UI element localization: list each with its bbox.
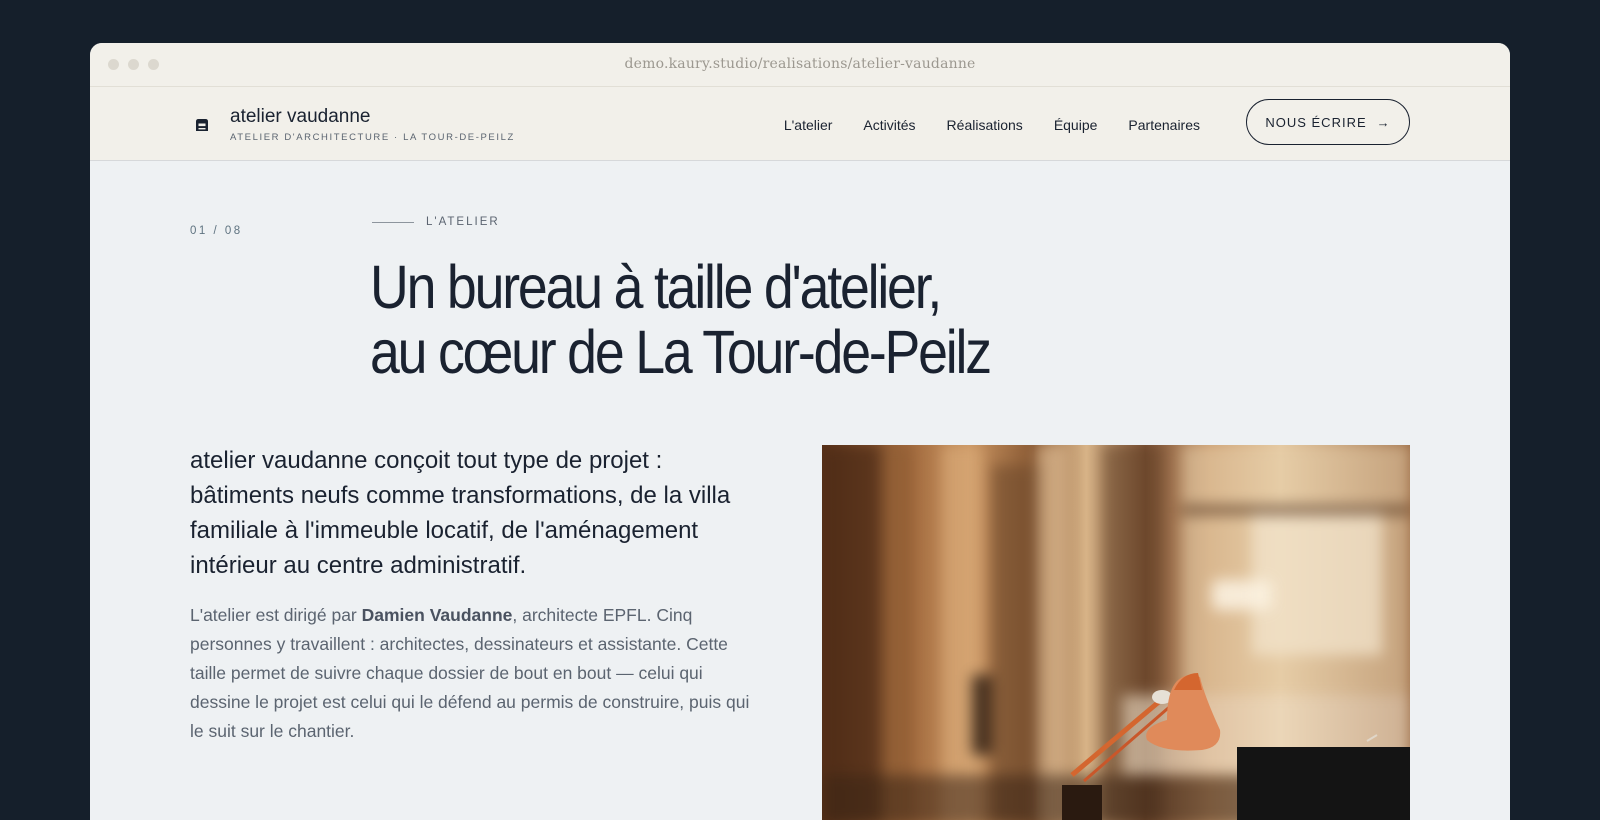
desk-lamp-illustration [1062,673,1410,820]
nav-item-activites[interactable]: Activités [863,117,915,133]
contact-button-label: NOUS ÉCRIRE [1265,114,1367,130]
title-line-1: Un bureau à taille d'atelier, [370,253,942,321]
main-nav: L'atelier Activités Réalisations Équipe … [784,117,1200,133]
body-text-rest: , architecte EPFL. Cinq personnes y trav… [190,605,750,741]
site-header: atelier vaudanne ATELIER D'ARCHITECTURE … [90,87,1510,161]
nav-item-equipe[interactable]: Équipe [1054,117,1098,133]
section-counter: 01 / 08 [190,225,243,237]
arrow-right-icon: → [1376,114,1391,130]
address-bar-url[interactable]: demo.kaury.studio/realisations/atelier-v… [90,56,1510,72]
director-name: Damien Vaudanne [361,605,513,625]
eyebrow-label: L'ATELIER [426,216,500,228]
office-photo [822,445,1410,820]
lead-paragraph: atelier vaudanne conçoit tout type de pr… [190,447,731,579]
title-line-2: au cœur de La Tour-de-Peilz [370,318,992,386]
section-eyebrow: L'ATELIER [372,216,500,228]
nav-item-realisations[interactable]: Réalisations [947,117,1023,133]
nav-item-partenaires[interactable]: Partenaires [1128,117,1200,133]
nav-item-atelier[interactable]: L'atelier [784,117,833,133]
eyebrow-rule [372,221,414,223]
body-text-intro: L'atelier est dirigé par [190,605,362,625]
contact-button[interactable]: NOUS ÉCRIRE → [1246,99,1410,145]
browser-window: demo.kaury.studio/realisations/atelier-v… [90,43,1510,820]
atelier-section: 01 / 08 L'ATELIER Un bureau à taille d'a… [90,161,1510,820]
house-arch-logo-icon [196,119,208,131]
page-title: Un bureau à taille d'atelier, au cœur de… [370,253,992,386]
browser-titlebar: demo.kaury.studio/realisations/atelier-v… [90,43,1510,87]
brand-name: atelier vaudanne [230,106,371,127]
brand[interactable]: atelier vaudanne ATELIER D'ARCHITECTURE … [195,106,515,143]
brand-tagline: ATELIER D'ARCHITECTURE · LA TOUR-DE-PEIL… [230,132,515,143]
body-paragraph: L'atelier est dirigé par Damien Vaudanne… [190,601,750,746]
